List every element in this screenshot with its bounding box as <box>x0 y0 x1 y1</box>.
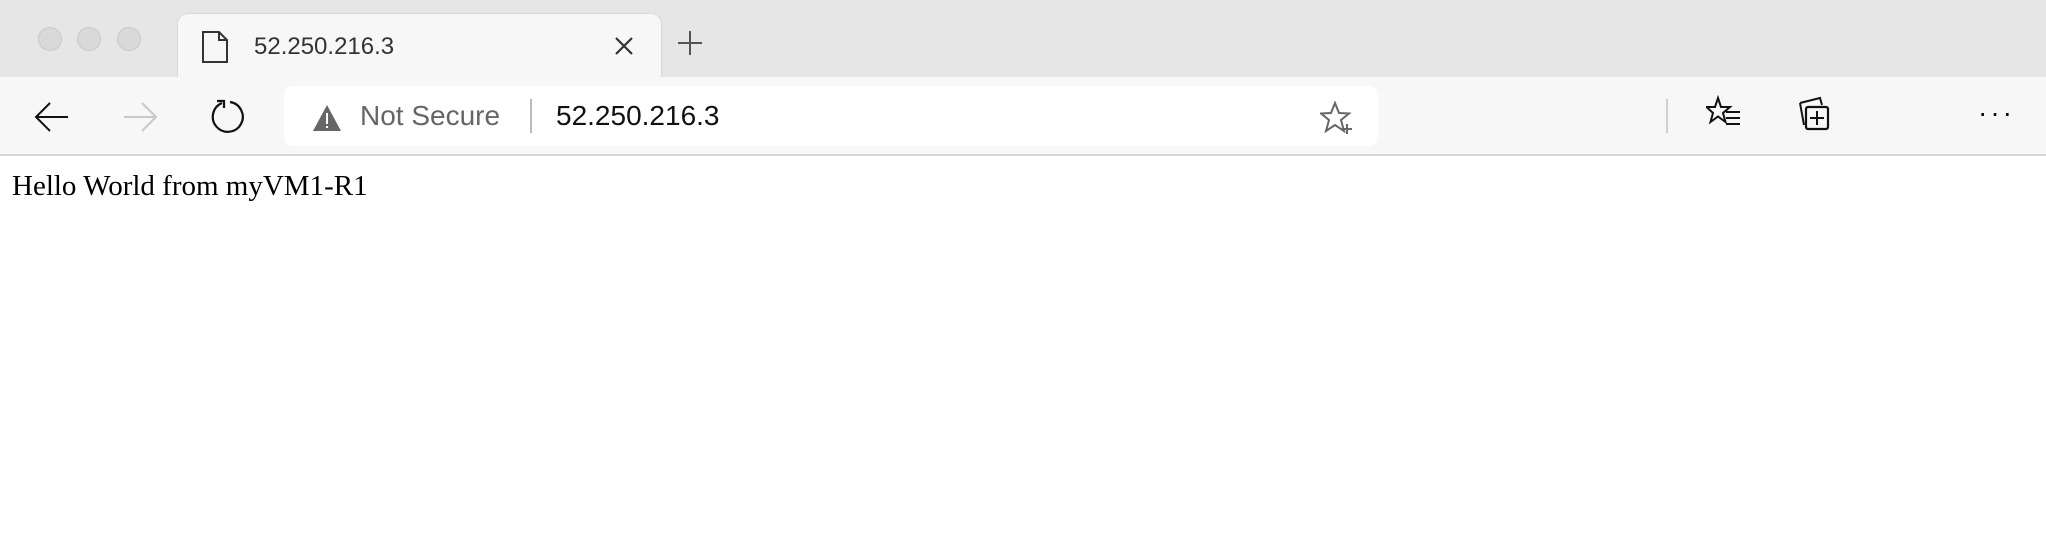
address-bar[interactable]: Not Secure 52.250.216.3 <box>284 86 1378 146</box>
warning-icon[interactable] <box>312 104 342 132</box>
page-icon <box>202 31 228 63</box>
tab-title: 52.250.216.3 <box>254 33 395 60</box>
arrow-left-icon[interactable] <box>32 97 72 137</box>
star-plus-icon[interactable] <box>1320 101 1354 135</box>
address-separator <box>530 99 532 133</box>
toolbar: Not Secure 52.250.216.3 ··· <box>0 77 2046 156</box>
more-icon[interactable]: ··· <box>1978 97 2015 129</box>
plus-icon[interactable] <box>676 29 704 57</box>
window-close-button[interactable] <box>38 27 62 51</box>
favorites-list-icon[interactable] <box>1706 95 1742 131</box>
url-text[interactable]: 52.250.216.3 <box>556 100 720 132</box>
security-label[interactable]: Not Secure <box>360 100 500 132</box>
arrow-right-icon[interactable] <box>120 97 160 137</box>
window-zoom-button[interactable] <box>117 27 141 51</box>
refresh-icon[interactable] <box>208 97 248 137</box>
collections-icon[interactable] <box>1796 95 1832 131</box>
window-minimize-button[interactable] <box>77 27 101 51</box>
toolbar-separator <box>1666 99 1668 133</box>
close-icon[interactable] <box>611 33 637 59</box>
tab-active[interactable]: 52.250.216.3 <box>178 14 661 80</box>
tab-strip: 52.250.216.3 <box>0 0 2046 80</box>
page-body-text: Hello World from myVM1-R1 <box>12 170 368 202</box>
